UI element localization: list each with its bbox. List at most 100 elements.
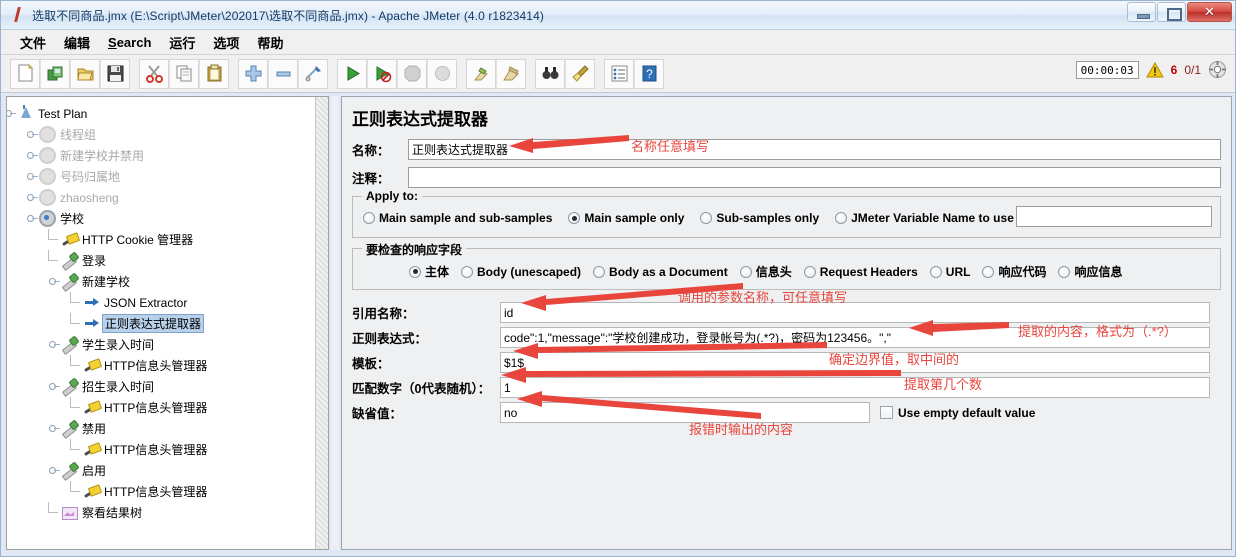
- apply-to-radio-0[interactable]: Main sample and sub-samples: [363, 211, 552, 225]
- tree-item[interactable]: 新建学校并禁用: [7, 145, 328, 166]
- clear-icon[interactable]: [466, 58, 496, 89]
- warning-icon[interactable]: [1145, 61, 1164, 78]
- menu-options[interactable]: 选项: [204, 31, 248, 54]
- copy-icon[interactable]: [169, 58, 199, 89]
- start-icon[interactable]: [337, 58, 367, 89]
- response-field-radio-5[interactable]: URL: [929, 265, 970, 279]
- tree-item[interactable]: 禁用: [7, 418, 328, 439]
- minimize-button[interactable]: [1127, 2, 1156, 22]
- function-helper-icon[interactable]: [604, 58, 634, 89]
- tree-expand-handle-icon[interactable]: [25, 171, 38, 182]
- tree-item[interactable]: HTTP Cookie 管理器: [7, 229, 328, 250]
- menu-search-rest: earch: [116, 34, 152, 50]
- help-icon[interactable]: ?: [634, 58, 664, 89]
- paste-icon[interactable]: [199, 58, 229, 89]
- tree-expand-handle-icon[interactable]: [47, 339, 60, 350]
- tree-expand-handle-icon[interactable]: [47, 465, 60, 476]
- start-no-pauses-icon[interactable]: [367, 58, 397, 89]
- cut-icon[interactable]: [139, 58, 169, 89]
- tree-item[interactable]: 察看结果树: [7, 502, 328, 523]
- split-pane-divider[interactable]: [331, 96, 339, 550]
- search-icon[interactable]: [535, 58, 565, 89]
- tree-item[interactable]: 登录: [7, 250, 328, 271]
- jmeter-variable-input[interactable]: [1016, 206, 1212, 227]
- tree-item[interactable]: 学生录入时间: [7, 334, 328, 355]
- open-icon[interactable]: [70, 58, 100, 89]
- response-field-radio-1[interactable]: Body (unescaped): [461, 265, 581, 279]
- apply-to-radio-2[interactable]: Sub-samples only: [700, 211, 819, 225]
- response-field-radio-2[interactable]: Body as a Document: [593, 265, 728, 279]
- menu-search[interactable]: Search: [99, 33, 160, 52]
- field-input[interactable]: [500, 402, 870, 423]
- response-field-radio-7[interactable]: 响应信息: [1058, 263, 1123, 280]
- expand-all-icon[interactable]: [238, 58, 268, 89]
- tree-item[interactable]: Test Plan: [7, 103, 328, 124]
- field-input[interactable]: [500, 377, 1210, 398]
- save-icon[interactable]: [100, 58, 130, 89]
- response-field-radio-6[interactable]: 响应代码: [982, 263, 1046, 280]
- radio-label: 响应信息: [1074, 265, 1123, 279]
- tree-item[interactable]: 线程组: [7, 124, 328, 145]
- comment-input[interactable]: [408, 166, 1221, 188]
- new-icon[interactable]: [10, 58, 40, 89]
- reset-search-icon[interactable]: [565, 58, 595, 89]
- response-field-radio-3[interactable]: 信息头: [739, 263, 792, 280]
- menu-run[interactable]: 运行: [160, 31, 204, 54]
- http-sampler-icon: [61, 462, 78, 479]
- tree-item[interactable]: JSON Extractor: [7, 292, 328, 313]
- tree-item[interactable]: 正则表达式提取器: [7, 313, 328, 334]
- test-plan-tree-pane[interactable]: Test Plan 线程组新建学校并禁用号码归属地 zhaosheng 学校 HTTP …: [6, 96, 329, 550]
- tree-expand-handle-icon[interactable]: [25, 192, 38, 203]
- name-label: 名称：: [352, 143, 390, 158]
- tree-item[interactable]: HTTP信息头管理器: [7, 481, 328, 502]
- tree-expand-handle-icon[interactable]: [47, 381, 60, 392]
- tree-item[interactable]: 学校: [7, 208, 328, 229]
- tree-expand-handle-icon[interactable]: [7, 108, 16, 119]
- response-field-radio-0[interactable]: 主体: [409, 263, 449, 280]
- tree-item[interactable]: 新建学校: [7, 271, 328, 292]
- tree-item[interactable]: HTTP信息头管理器: [7, 397, 328, 418]
- tree-item-label: 新建学校: [82, 275, 131, 289]
- tree-item[interactable]: HTTP信息头管理器: [7, 439, 328, 460]
- tree-expand-handle-icon[interactable]: [25, 213, 38, 224]
- annotation-text: 确定边界值，取中间的: [829, 352, 960, 367]
- radio-icon: [461, 265, 474, 278]
- tree-expand-handle-icon[interactable]: [47, 423, 60, 434]
- tree-expand-handle-icon[interactable]: [47, 276, 60, 287]
- field-input[interactable]: [500, 302, 1210, 323]
- use-empty-default-checkbox[interactable]: Use empty default value: [880, 406, 1035, 420]
- tree-vertical-scrollbar[interactable]: [315, 97, 328, 549]
- radio-icon: [363, 212, 375, 224]
- response-field-radio-4[interactable]: Request Headers: [803, 265, 918, 279]
- config-element-icon: [83, 483, 100, 500]
- clear-all-icon[interactable]: [496, 58, 526, 89]
- collapse-all-icon[interactable]: [268, 58, 298, 89]
- apply-to-radio-1[interactable]: Main sample only: [568, 211, 684, 225]
- plan-icon: [17, 105, 34, 122]
- clear-status-icon[interactable]: [1208, 60, 1227, 79]
- tree-item[interactable]: 启用: [7, 460, 328, 481]
- tree-item[interactable]: HTTP信息头管理器: [7, 355, 328, 376]
- close-button[interactable]: ✕: [1187, 2, 1232, 22]
- menu-help[interactable]: 帮助: [248, 31, 292, 54]
- tree-item[interactable]: zhaosheng: [7, 187, 328, 208]
- tree-expand-handle-icon[interactable]: [25, 129, 38, 140]
- tree-expand-handle-icon[interactable]: [25, 150, 38, 161]
- name-input[interactable]: [408, 138, 1221, 160]
- menu-file[interactable]: 文件: [11, 31, 55, 54]
- annotation-text: 提取第几个数: [904, 377, 983, 392]
- menu-edit[interactable]: 编辑: [55, 31, 99, 54]
- radio-icon: [568, 212, 581, 224]
- toggle-icon[interactable]: [298, 58, 328, 89]
- test-plan-tree[interactable]: Test Plan 线程组新建学校并禁用号码归属地 zhaosheng 学校 HTTP …: [7, 97, 328, 523]
- maximize-button[interactable]: [1157, 2, 1186, 22]
- tree-item[interactable]: 招生录入时间: [7, 376, 328, 397]
- shutdown-icon[interactable]: [427, 58, 457, 89]
- radio-label: Body (unescaped): [477, 264, 582, 279]
- tree-item-label: HTTP信息头管理器: [104, 401, 208, 415]
- stop-icon[interactable]: [397, 58, 427, 89]
- tree-item-label: 新建学校并禁用: [60, 149, 145, 163]
- templates-icon[interactable]: [40, 58, 70, 89]
- apply-to-radio-3[interactable]: JMeter Variable Name to use: [835, 211, 1014, 225]
- tree-item[interactable]: 号码归属地: [7, 166, 328, 187]
